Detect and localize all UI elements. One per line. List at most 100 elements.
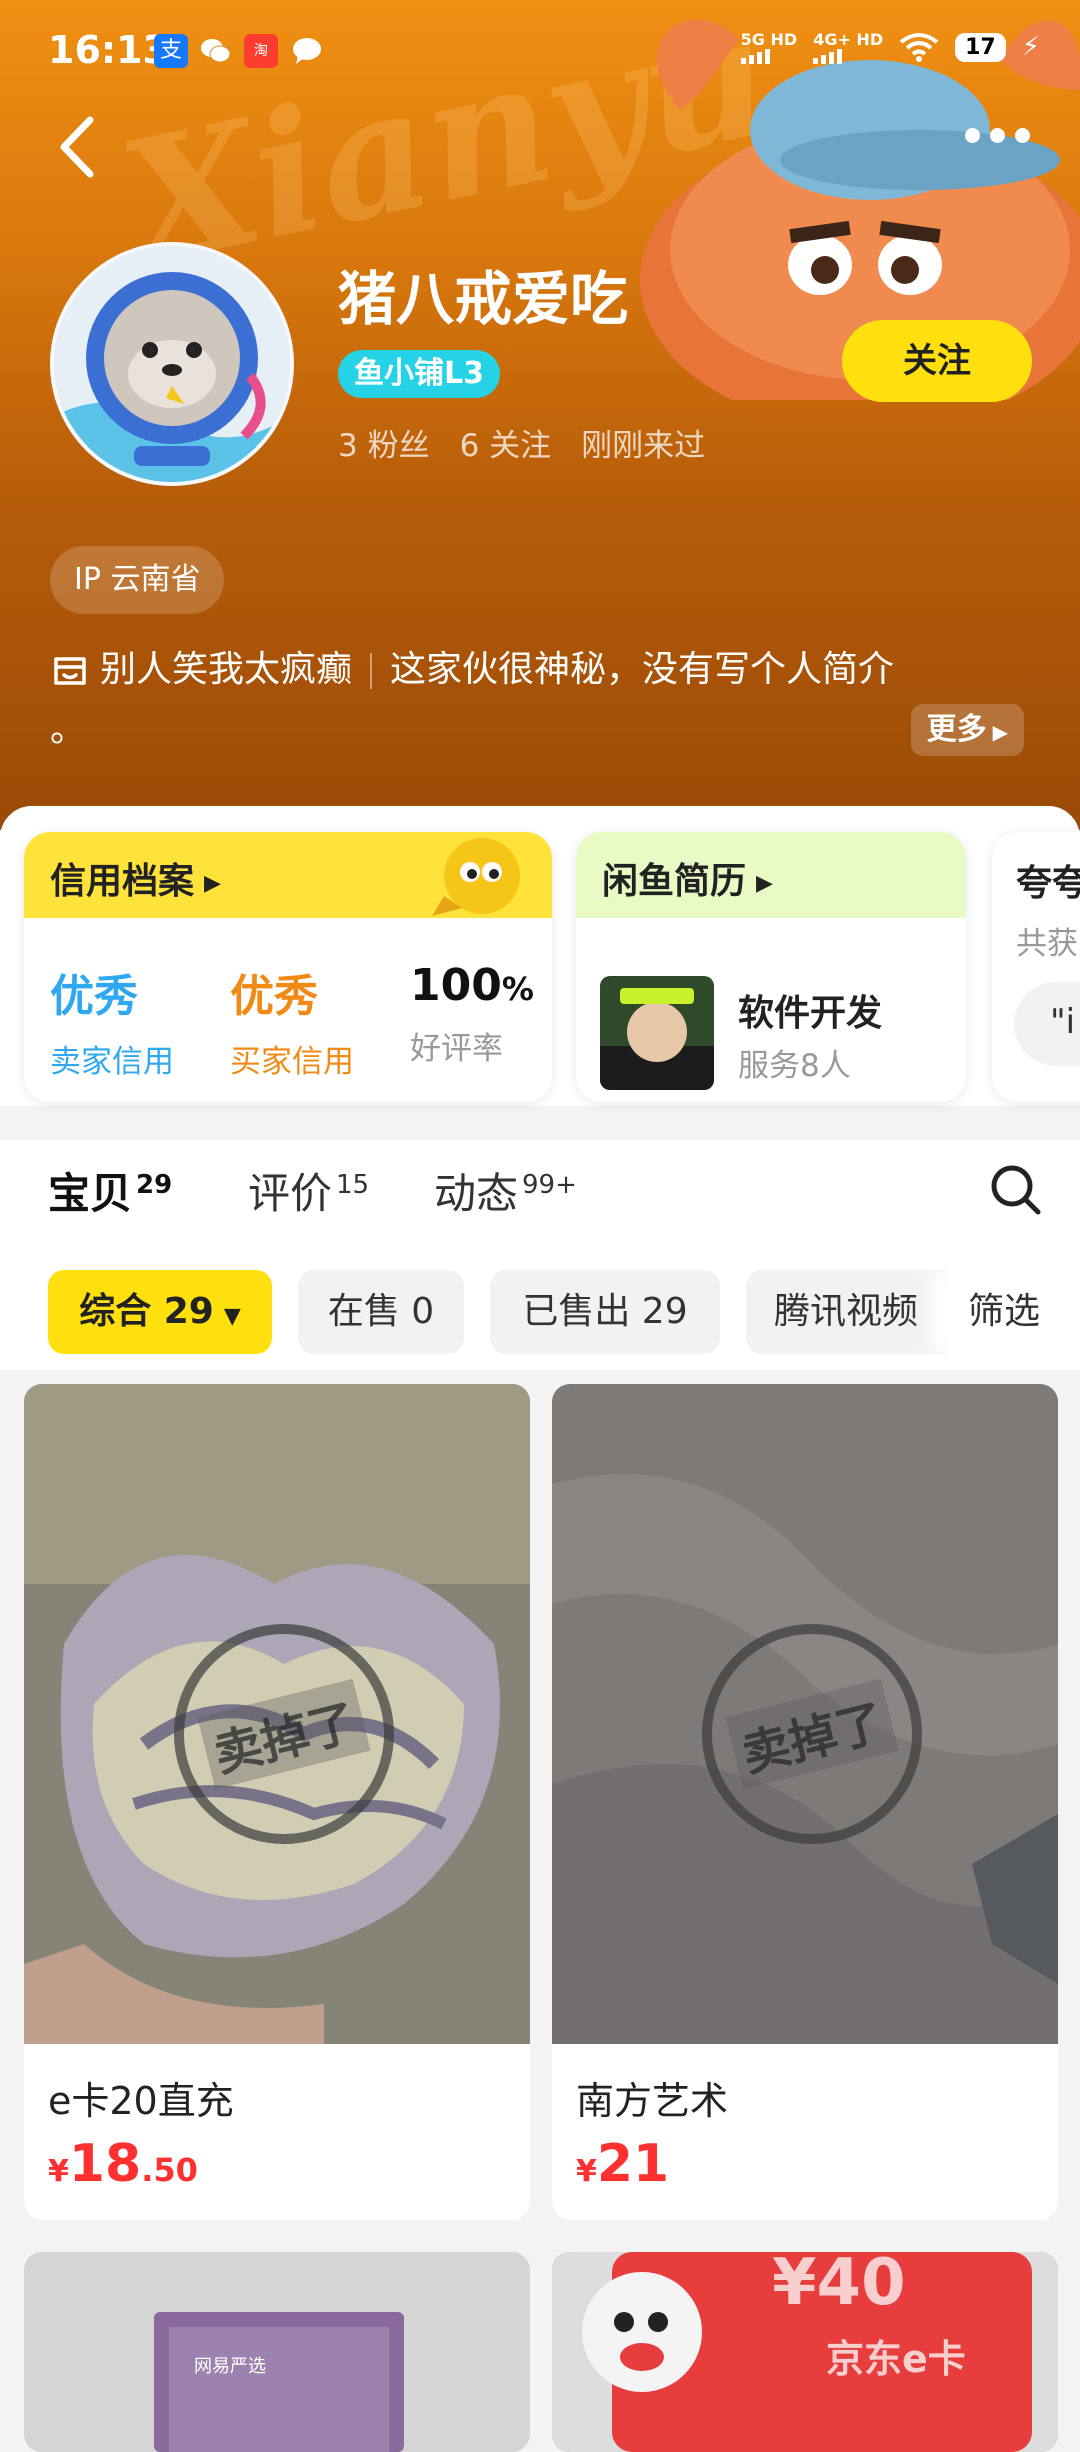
triangle-right-icon: ▶ [204,870,221,896]
buyer-credit-value: 优秀 [230,971,318,1022]
tab-items-count: 29 [136,1170,173,1200]
praise-card[interactable]: 夸夸 共获 "i [992,832,1080,1102]
bio-text: 这家伙很神秘，没有写个人简介 [390,649,895,690]
content-area: 信用档案 ▶ 优秀 卖家信用 优秀 买家信用 100% 好评率 闲鱼简历 ▶ 软… [0,806,1080,2452]
signal-bars-icon [813,49,883,64]
chevron-down-icon: ▼ [223,1304,241,1329]
product-price: ¥21 [576,2134,669,2194]
jd-card-price: ¥40 [772,2252,906,2320]
tab-items[interactable]: 宝贝 29 [48,1160,172,1221]
back-button[interactable] [50,112,110,182]
seller-credit: 优秀 卖家信用 [50,960,174,1081]
wechat-icon [198,34,232,68]
jd-card-label: 京东e卡 [826,2337,966,2381]
more-options-button[interactable] [965,128,1030,143]
tab-activity[interactable]: 动态 99+ [434,1160,577,1221]
fans-count[interactable]: 3 粉丝 [338,420,430,465]
product-brand-label: 网易严选 [194,2356,266,2377]
price-integer: 18 [68,2134,142,2194]
network2-label: 4G+ HD [813,30,884,49]
price-currency: ¥ [48,2154,69,2189]
resume-card-title-text: 闲鱼简历 [602,861,747,902]
tab-activity-count: 99+ [522,1170,577,1200]
product-card[interactable]: 卖掉了 e卡20直充 ¥18.50 [24,1384,530,2220]
price-integer: 21 [596,2134,670,2194]
product-card[interactable]: ¥40 京东e卡 [552,2252,1058,2452]
search-button[interactable] [988,1162,1044,1218]
following-count[interactable]: 6 关注 [460,420,552,465]
seller-credit-label: 卖家信用 [50,1044,174,1080]
seller-credit-value: 优秀 [50,971,138,1022]
wifi-icon [899,33,939,62]
resume-skill: 软件开发 [738,993,883,1034]
avatar[interactable] [50,242,294,486]
shop-level-badge[interactable]: 鱼小铺L3 [338,350,500,398]
status-time: 16:13 [48,28,169,72]
status-bar: 16:13 支 淘 5G HD 4G+ HD 17 ⚡ [0,0,1080,100]
bio-more-button[interactable]: 更多 ▶ [910,704,1024,756]
service-thumbnail-image [600,976,714,1090]
filter-chip-on-sale[interactable]: 在售 0 [298,1270,464,1354]
filter-chip-sold[interactable]: 已售出 29 [490,1270,720,1354]
tab-reviews-label: 评价 [248,1169,333,1218]
tab-reviews[interactable]: 评价 15 [248,1160,369,1221]
filter-button[interactable]: 筛选 [947,1270,1040,1354]
filter-bar: 综合 29 ▼ 在售 0 已售出 29 腾讯视频 筛选 [0,1230,1080,1370]
profile-tabs: 宝贝 29 评价 15 动态 99+ [0,1140,1080,1230]
charging-icon: ⚡ [1021,32,1040,62]
price-currency: ¥ [576,2154,597,2189]
credit-card-header: 信用档案 ▶ [24,832,552,918]
positive-rate-label: 好评率 [410,1031,503,1067]
battery-level: 17 [955,32,1006,62]
triangle-right-icon: ▶ [756,870,773,896]
user-bio: 别人笑我太疯癫 这家伙很神秘，没有写个人简介 。 [50,640,1040,760]
bio-more-label: 更多 [926,712,987,747]
praise-card-title: 夸夸 [1016,863,1080,904]
message-icon [290,34,324,68]
bio-divider [370,653,373,689]
signal-2: 4G+ HD [813,30,883,64]
positive-rate-number: 100 [410,960,502,1011]
bio-tail: 。 [50,709,87,750]
dot-icon [990,128,1005,143]
credit-profile-card[interactable]: 信用档案 ▶ 优秀 卖家信用 优秀 买家信用 100% 好评率 [24,832,552,1102]
shop-icon [54,657,86,685]
sold-stamp-text: 卖掉了 [725,1678,899,1790]
alipay-icon: 支 [154,34,188,68]
search-icon [991,1165,1041,1215]
resume-card-title: 闲鱼简历 ▶ [602,852,773,904]
user-name: 猪八戒爱吃 [338,265,629,333]
status-indicators: 5G HD 4G+ HD 17 ⚡ [740,30,1040,64]
product-name: e卡20直充 [48,2079,234,2123]
tab-activity-label: 动态 [434,1169,519,1218]
product-card[interactable]: 卖掉了 南方艺术 ¥21 [552,1384,1058,2220]
positive-rate-unit: % [501,970,534,1008]
resume-served: 服务8人 [738,1048,851,1084]
profile-header: Xianyu 16:13 支 淘 5G HD 4G+ HD 17 ⚡ 猪八戒爱吃… [0,0,1080,830]
product-card[interactable]: 网易严选 [24,2252,530,2452]
last-seen: 刚刚来过 [581,428,706,464]
praise-card-sub: 共获 [1016,926,1078,962]
filter-chip-all-label: 综合 29 [79,1291,214,1332]
seal-astronaut-avatar-image [54,246,290,482]
fish-mascot-icon [432,838,520,916]
follow-button[interactable]: 关注 [842,320,1032,402]
network1-label: 5G HD [740,30,798,49]
positive-rate-value: 100% [410,960,534,1011]
dot-icon [965,128,980,143]
product-price: ¥18.50 [48,2134,198,2194]
product-image [24,2252,530,2452]
signal-bars-icon [740,49,798,64]
praise-quote-bubble: "i [1014,982,1080,1066]
filter-chip-all[interactable]: 综合 29 ▼ [48,1270,272,1354]
credit-card-title: 信用档案 ▶ [50,852,221,904]
positive-rate: 100% 好评率 [410,960,534,1068]
taobao-icon: 淘 [244,34,278,68]
triangle-right-icon: ▶ [992,720,1008,744]
user-stats: 3 粉丝 6 关注 刚刚来过 [338,420,705,465]
buyer-credit: 优秀 买家信用 [230,960,354,1081]
resume-card[interactable]: 闲鱼简历 ▶ 软件开发 服务8人 [576,832,966,1102]
product-name: 南方艺术 [576,2079,729,2123]
tab-reviews-count: 15 [336,1170,370,1200]
sold-stamp-text: 卖掉了 [197,1678,371,1790]
